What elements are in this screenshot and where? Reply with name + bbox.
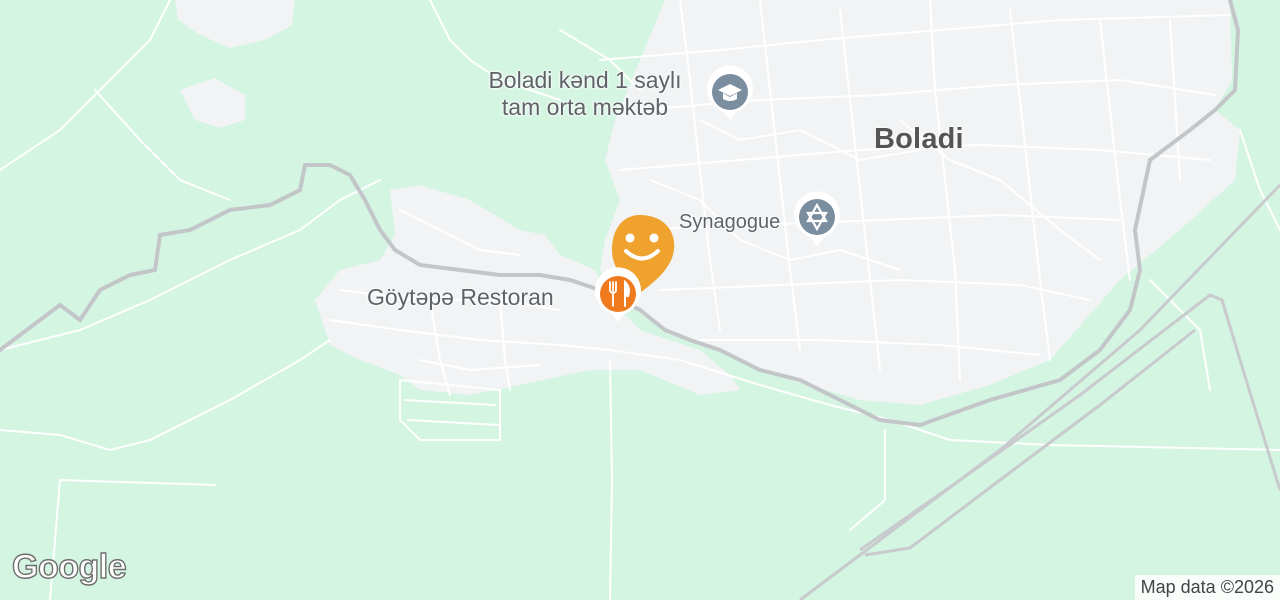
google-logo-image: Google xyxy=(11,547,127,586)
map-canvas[interactable]: Boladi Boladi kənd 1 saylı tam orta məkt… xyxy=(0,0,1280,600)
place-label-boladi: Boladi xyxy=(874,123,964,155)
urban-area-northwest xyxy=(175,0,295,48)
poi-label-restaurant[interactable]: Göytəpə Restoran xyxy=(367,284,554,311)
google-logo: Google xyxy=(10,545,130,594)
urban-area-small xyxy=(180,78,245,128)
poi-label-synagogue[interactable]: Synagogue xyxy=(679,209,780,236)
poi-label-school-line1: Boladi kənd 1 saylı xyxy=(488,67,682,93)
map-attribution[interactable]: Map data ©2026 xyxy=(1134,575,1280,600)
poi-label-school[interactable]: Boladi kənd 1 saylı tam orta məktəb xyxy=(465,67,705,121)
poi-label-school-line2: tam orta məktəb xyxy=(501,94,669,120)
google-logo-text: Google xyxy=(12,548,126,586)
